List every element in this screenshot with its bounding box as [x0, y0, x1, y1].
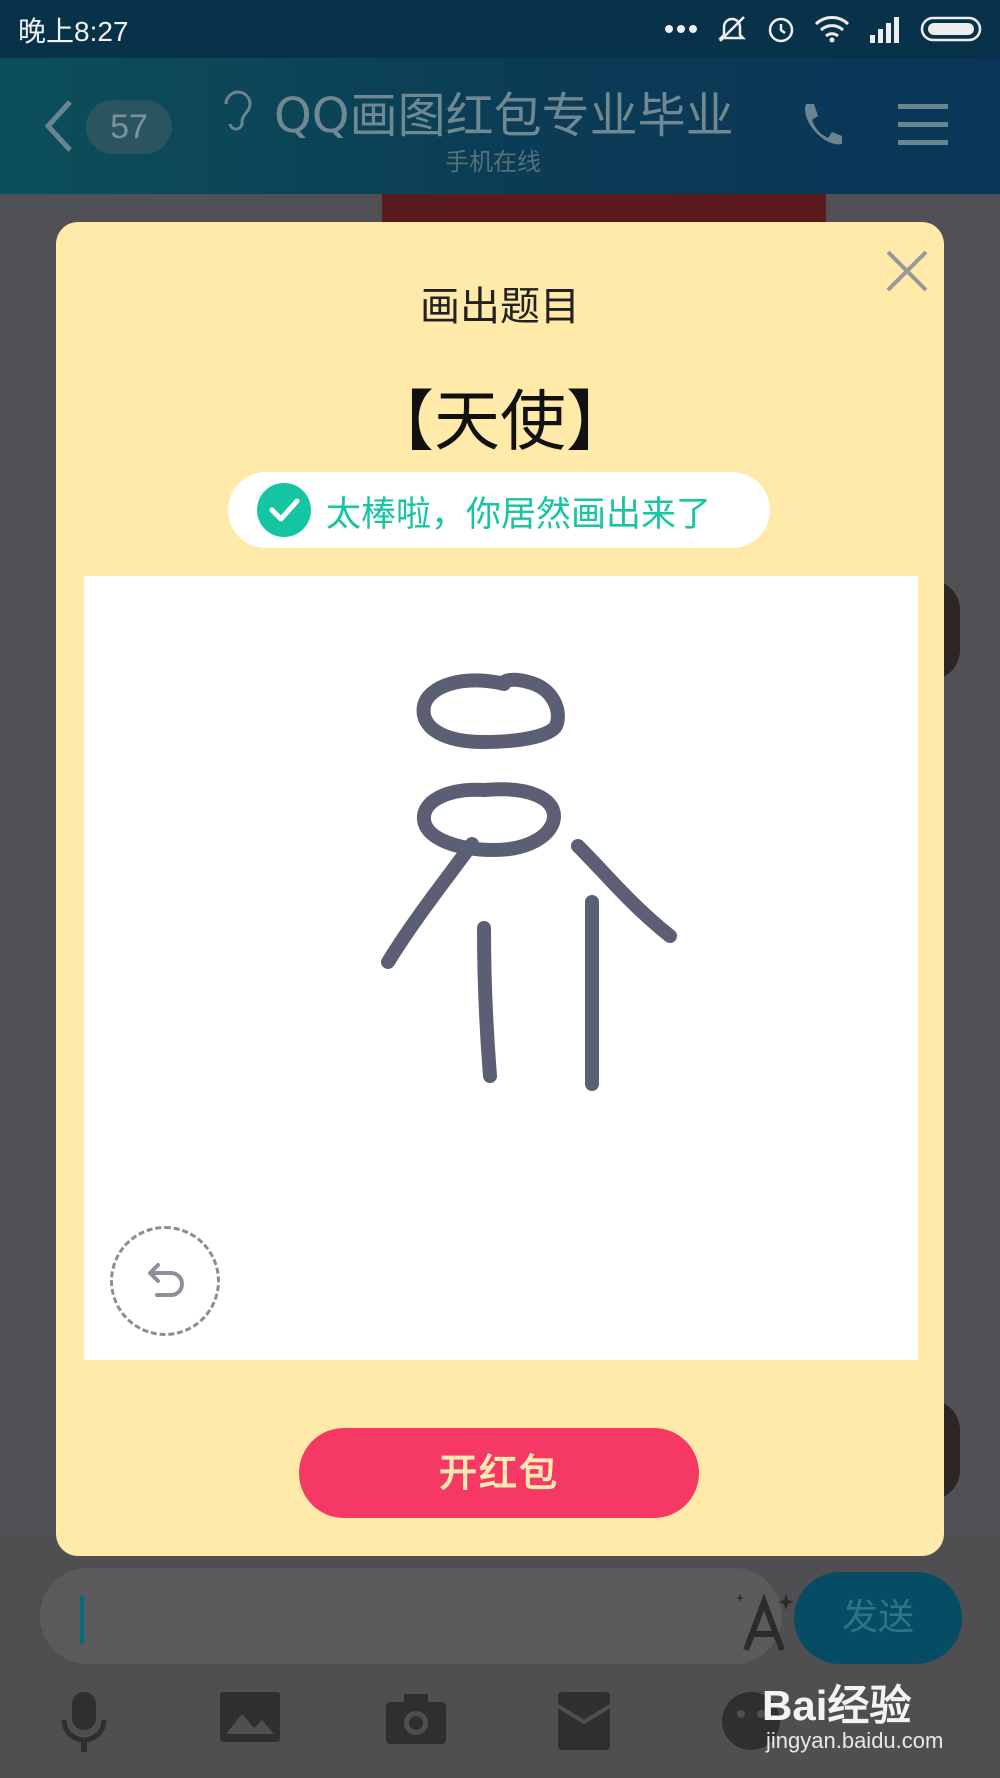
camera-icon[interactable]	[384, 1690, 448, 1746]
more-dots-icon	[665, 25, 697, 33]
topic-word: 【天使】	[368, 383, 632, 460]
chat-title: QQ画图红包专业毕业	[274, 88, 734, 144]
signal-icon	[870, 17, 899, 43]
ear-icon	[224, 90, 252, 131]
alarm-icon	[768, 17, 794, 43]
image-icon[interactable]	[218, 1690, 282, 1746]
unread-badge[interactable]: 57	[86, 100, 172, 154]
drawing-canvas[interactable]	[84, 576, 918, 1360]
battery-icon	[920, 16, 982, 42]
watermark-url: jingyan.baidu.com	[766, 1728, 944, 1753]
baidu-jingyan-watermark: Bai经验 jingyan.baidu.com	[762, 1672, 974, 1762]
undo-button[interactable]	[110, 1226, 220, 1336]
message-input[interactable]	[40, 1568, 794, 1664]
check-circle-icon	[257, 483, 311, 537]
success-banner: 太棒啦，你居然画出来了	[228, 472, 770, 548]
text-caret	[80, 1596, 84, 1644]
microphone-icon[interactable]	[58, 1690, 110, 1754]
watermark-logo: Bai经验	[762, 1682, 912, 1729]
send-button[interactable]: 发送	[794, 1572, 962, 1664]
status-time: 晚上8:27	[18, 16, 129, 47]
success-message: 太棒啦，你居然画出来了	[326, 495, 712, 535]
open-red-packet-button[interactable]: 开红包	[299, 1428, 699, 1518]
drawing-red-packet-modal: 画出题目 【天使】 太棒啦，你居然画出来了 开红包	[56, 222, 944, 1556]
back-icon[interactable]	[42, 98, 76, 154]
chat-subtitle: 手机在线	[445, 148, 541, 176]
red-packet-icon[interactable]	[556, 1690, 612, 1752]
modal-heading: 画出题目	[420, 284, 580, 330]
status-bar: 晚上8:27	[0, 0, 1000, 58]
status-icons	[664, 12, 986, 46]
font-style-icon[interactable]	[732, 1590, 798, 1656]
chat-header: 57 QQ画图红包专业毕业 手机在线	[0, 58, 1000, 194]
menu-icon[interactable]	[898, 102, 948, 148]
angel-drawing	[381, 672, 677, 1091]
phone-icon[interactable]	[796, 100, 846, 150]
undo-icon	[148, 1263, 184, 1297]
wifi-icon	[814, 16, 850, 43]
mute-bell-icon	[717, 16, 747, 42]
